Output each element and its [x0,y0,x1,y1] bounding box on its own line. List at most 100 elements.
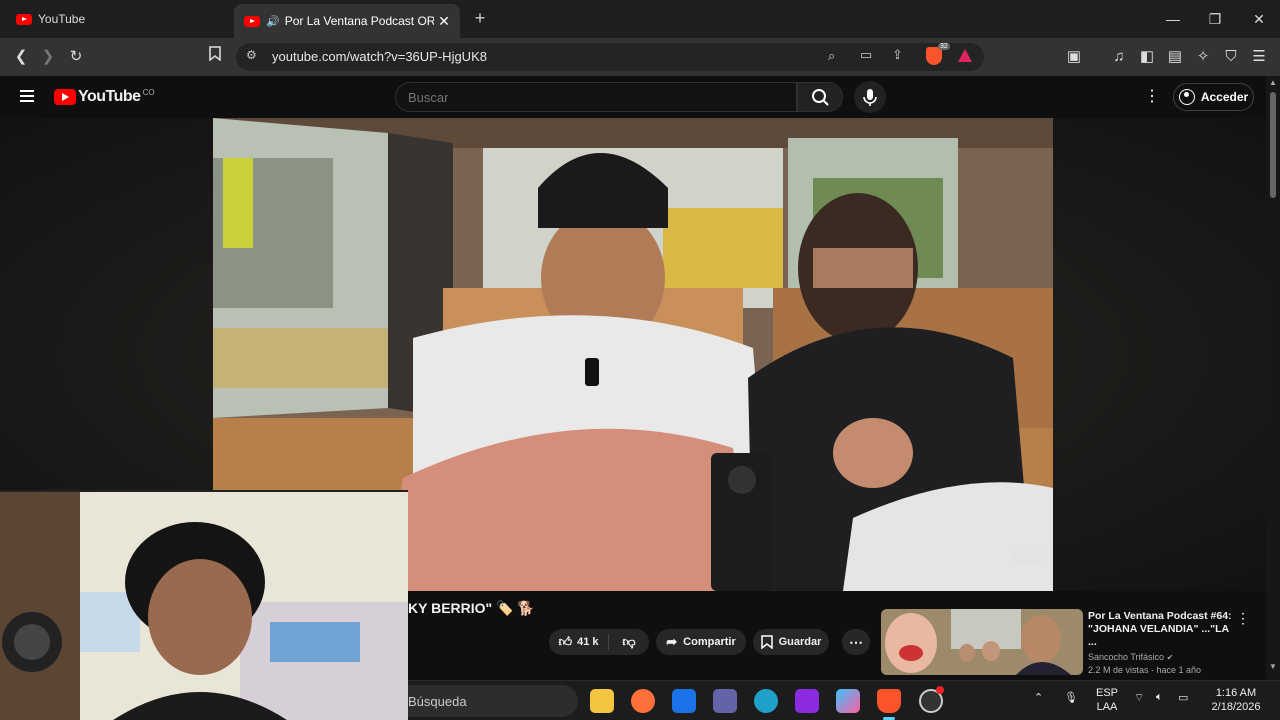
guide-menu-icon[interactable] [20,90,34,102]
youtube-play-icon [54,89,76,105]
minimize-button[interactable]: — [1151,6,1195,32]
webcam-image [0,492,408,720]
recommended-menu-icon[interactable]: ⋮ [1236,610,1250,627]
time: 1:16 AM [1215,687,1257,699]
dislike-button[interactable]: 👎︎ [609,634,649,650]
reader-mode-icon[interactable]: ▣ [1063,46,1085,68]
youtube-header: YouTube CO ⋮ Acceder [0,76,1266,118]
recommended-title-line-1: Por La Ventana Podcast #64: [1088,610,1232,622]
recommended-meta: 2.2 M de vistas · hace 1 año [1088,665,1202,675]
maximize-button[interactable]: ❐ [1193,6,1237,32]
save-label: Guardar [778,636,822,648]
scroll-down-arrow-icon[interactable]: ▼ [1269,662,1277,671]
date: 2/18/2026 [1211,701,1261,713]
more-dots-icon: ⋯ [849,633,863,650]
volume-icon[interactable]: 🔈︎ [1156,691,1163,704]
youtube-favicon-icon [16,13,32,25]
share-label: Compartir [683,636,736,648]
search-input[interactable] [396,83,796,111]
brave-rewards-icon[interactable] [958,49,972,62]
search-icon [812,89,829,106]
page-scrollbar[interactable]: ▲ ▼ [1266,76,1280,680]
recommended-title-line-2: "JOHANA VELANDIA" ..."LA ... [1088,623,1229,648]
battery-icon[interactable]: ▭ [1178,691,1188,704]
recommended-thumbnail[interactable] [881,609,1083,675]
logo-text: YouTube [78,88,141,105]
like-dislike-group: 👍︎ 41 k 👎︎ [549,629,649,655]
zoom-icon[interactable]: ⌕ [828,48,835,64]
address-bar[interactable]: ⚙ youtube.com/watch?v=36UP-HjgUK8 ⌕ ▭ ⇪ … [236,43,984,71]
keyboard-layout: LAA [1096,701,1118,713]
language-code: ESP [1096,687,1119,699]
close-window-button[interactable]: ✕ [1237,6,1280,32]
file-explorer-icon[interactable] [590,689,614,713]
share-arrow-icon: ➦ [666,634,678,649]
brave-browser-icon[interactable] [877,689,901,713]
like-count: 41 k [577,636,599,648]
copilot-icon[interactable] [836,689,860,713]
bookmark-icon[interactable] [204,46,226,68]
sign-in-button[interactable]: Acceder [1173,83,1254,111]
url-text: youtube.com/watch?v=36UP-HjgUK8 [272,49,487,64]
forward-icon[interactable]: ❯ [37,46,59,68]
scroll-up-arrow-icon[interactable]: ▲ [1269,78,1277,87]
cast-icon[interactable]: ▭ [860,47,872,63]
wallet-icon[interactable]: ▤ [1164,46,1186,68]
verified-icon: ✔ [1166,653,1174,662]
share-icon[interactable]: ⇪ [892,47,903,63]
sign-in-label: Acceder [1200,90,1249,104]
media-icon[interactable]: ♫ [1108,46,1130,68]
taskbar-search-placeholder: Búsqueda [408,694,467,709]
speaker-icon[interactable]: 🔊 [266,15,280,28]
tab-youtube[interactable]: YouTube [8,4,232,34]
microphone-tray-icon[interactable]: 🎙︎ [1064,691,1078,704]
youtube-favicon-icon [244,15,260,27]
country-code: CO [142,87,155,97]
thumbs-up-icon: 👍︎ [558,634,573,649]
outlook-icon[interactable] [672,689,696,713]
teams-icon[interactable] [713,689,737,713]
settings-more-icon[interactable]: ⋮ [1142,86,1162,108]
channel-watermark: SANCOCHO TRIFÁSICO [1013,552,1048,565]
thumbs-down-icon: 👎︎ [622,634,636,649]
new-tab-button[interactable]: + [470,8,490,28]
recommended-info[interactable]: Por La Ventana Podcast #64: "JOHANA VELA… [1088,610,1238,675]
channel-name: Sancocho Trifásico [1088,652,1165,662]
recording-dot-icon [936,686,944,694]
share-button[interactable]: ➦ Compartir [656,629,746,655]
account-icon [1178,89,1195,105]
scrollbar-thumb[interactable] [1270,92,1276,198]
voice-search-button[interactable] [854,81,886,113]
taskbar-search[interactable]: Búsqueda [408,685,578,717]
save-bookmark-icon [760,635,773,649]
site-settings-icon[interactable]: ⚙ [246,48,257,62]
firefox-icon[interactable] [631,689,655,713]
edge-icon[interactable] [754,689,778,713]
reload-icon[interactable]: ↻ [65,46,87,68]
browser-toolbar: ❮ ❯ ↻ ⚙ youtube.com/watch?v=36UP-HjgUK8 … [0,38,1280,76]
search-button[interactable] [797,82,843,112]
close-tab-icon[interactable]: ✕ [434,13,454,30]
like-button[interactable]: 👍︎ 41 k [549,634,609,650]
webcam-overlay [0,490,408,720]
browser-menu-icon[interactable]: ☰ [1248,46,1270,68]
save-button[interactable]: Guardar [753,629,829,655]
tab-podcast[interactable]: 🔊 Por La Ventana Podcast ORDE ✕ [234,4,460,38]
video-title: KY BERRIO" 🏷️ 🐕 [408,600,535,616]
clipchamp-icon[interactable] [795,689,819,713]
wifi-icon[interactable]: ⌔ [1134,691,1144,705]
leo-ai-icon[interactable]: ✧ [1192,46,1214,68]
tab-title: YouTube [38,12,86,26]
shields-count-badge: 32 [938,43,950,50]
vpn-icon[interactable]: ⛉ [1220,46,1242,68]
clock[interactable]: 1:16 AM 2/18/2026 [1206,686,1266,714]
tab-title: Por La Ventana Podcast ORDE [284,14,434,28]
microphone-icon [863,89,877,106]
back-icon[interactable]: ❮ [10,46,32,68]
language-indicator[interactable]: ESP LAA [1096,686,1118,714]
more-actions-button[interactable]: ⋯ [842,629,870,655]
show-hidden-icons[interactable]: ⌃ [1034,691,1043,704]
search-box[interactable] [395,82,797,112]
youtube-logo[interactable]: YouTube CO [54,88,155,106]
sidebar-icon[interactable]: ◧ [1136,46,1158,68]
